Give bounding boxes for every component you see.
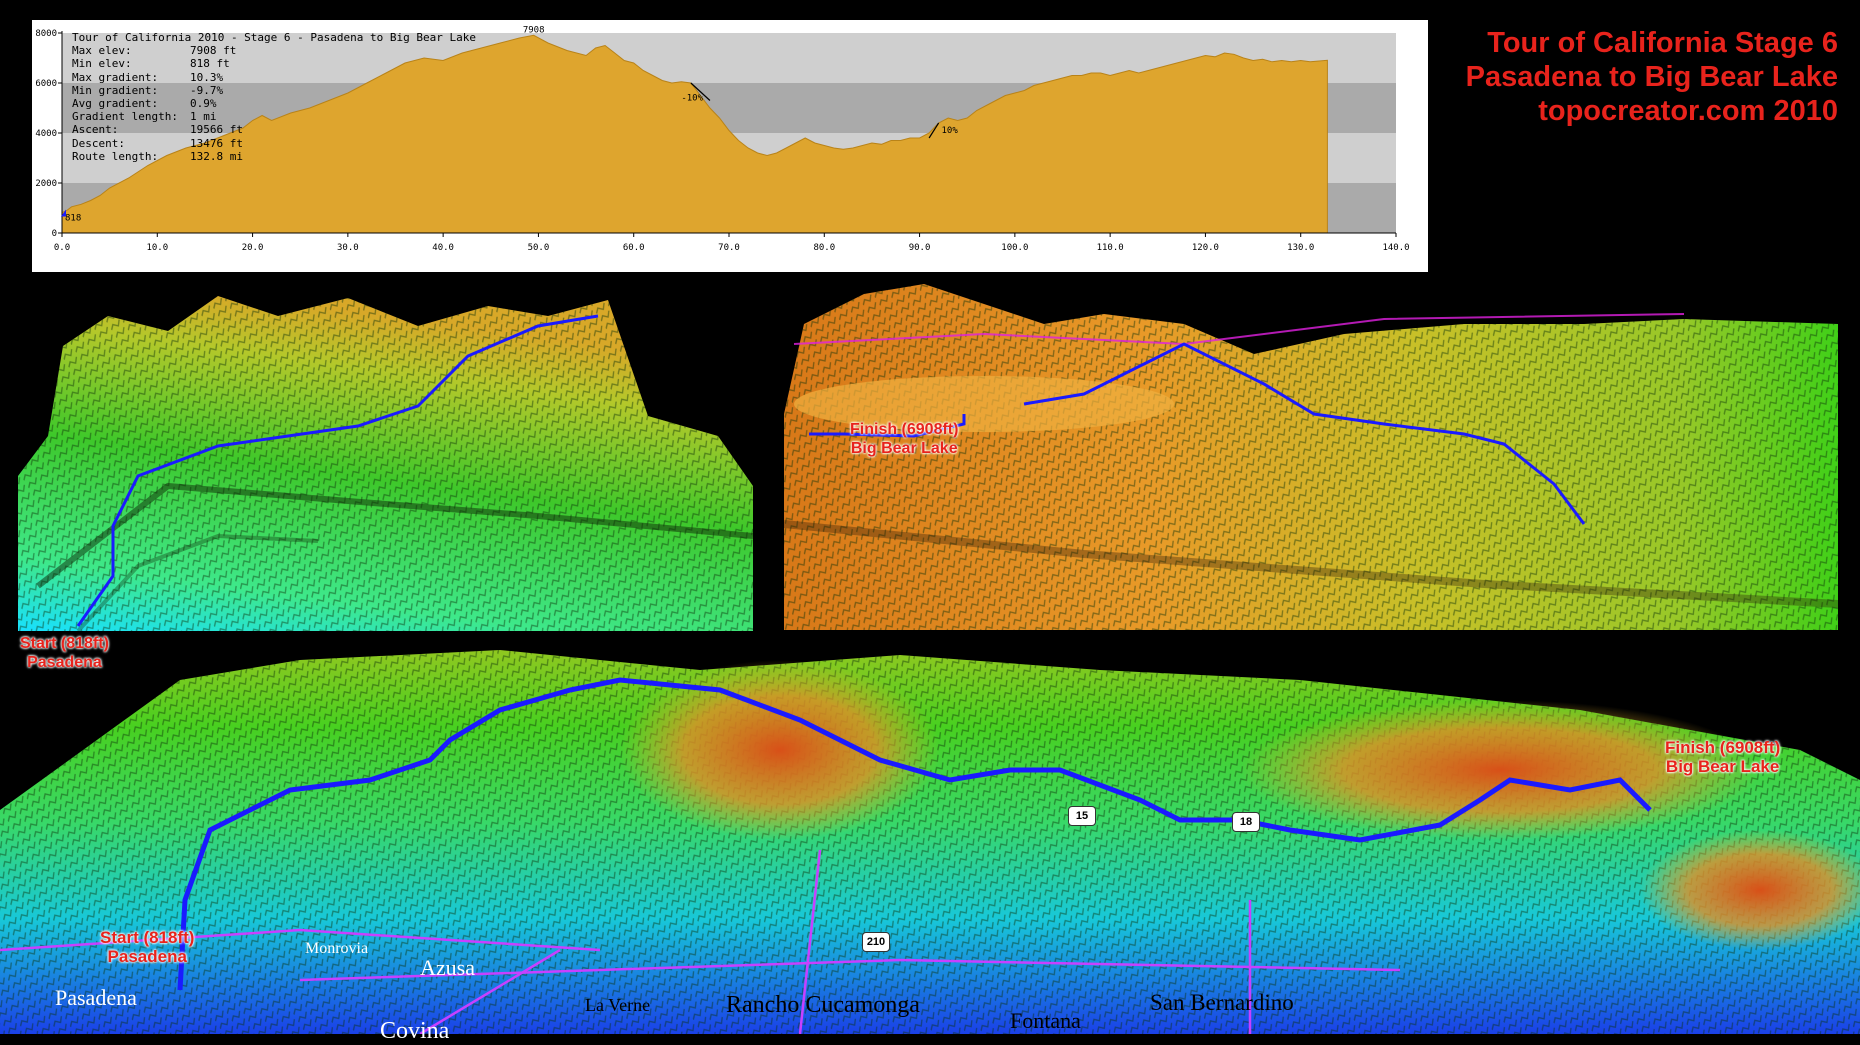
- stat-value: 818 ft: [190, 57, 230, 71]
- finish-callout-main: Finish (6908ft) Big Bear Lake: [1665, 738, 1781, 776]
- place-label: Rancho Cucamonga: [726, 992, 920, 1018]
- x-tick-label: 70.0: [718, 243, 740, 253]
- perspective-map: [0, 650, 1860, 1034]
- highway-shield: 210: [862, 932, 890, 952]
- x-tick-label: 130.0: [1287, 243, 1314, 253]
- start-elev-label: 818: [65, 214, 81, 224]
- x-tick-label: 10.0: [146, 243, 168, 253]
- x-tick-label: 90.0: [909, 243, 931, 253]
- terrain-view-west: [18, 296, 753, 631]
- stat-label: Max elev:: [72, 44, 132, 58]
- x-tick-label: 100.0: [1001, 243, 1028, 253]
- stat-row: Avg gradient: 0.9%: [72, 97, 476, 110]
- y-tick-label: 0: [52, 229, 57, 239]
- stat-row: Ascent: 19566 ft: [72, 123, 476, 136]
- banner-credit: topocreator.com 2010: [1538, 95, 1838, 127]
- stat-label: Avg gradient:: [72, 97, 159, 111]
- finish-callout-small: Finish (6908ft) Big Bear Lake: [850, 421, 959, 457]
- place-label: San Bernardino: [1150, 990, 1294, 1015]
- x-tick-label: 30.0: [337, 243, 359, 253]
- peak-label: 7908: [523, 25, 545, 35]
- y-tick-label: 8000: [35, 29, 57, 39]
- stat-value: 10.3%: [190, 70, 224, 84]
- elevation-profile-panel: 0.0 10.0 20.0 30.0 40.0 50.0 60.0 70.0 80.0 90.0 1…: [32, 20, 1428, 272]
- place-label: Fontana: [1010, 1008, 1081, 1033]
- stat-row: Gradient length: 1 mi: [72, 110, 476, 123]
- y-tick-label: 6000: [35, 79, 57, 89]
- profile-title: Tour of California 2010 - Stage 6 - Pasa…: [72, 31, 476, 44]
- x-tick-label: 110.0: [1097, 243, 1124, 253]
- stat-value: 132.8 mi: [190, 149, 243, 163]
- stat-row: Route length: 132.8 mi: [72, 150, 476, 163]
- stat-label: Min gradient:: [72, 83, 159, 97]
- profile-stats: Tour of California 2010 - Stage 6 - Pasa…: [72, 31, 476, 163]
- place-label: Azusa: [420, 955, 475, 980]
- stat-row: Max gradient: 10.3%: [72, 71, 476, 84]
- stat-label: Route length:: [72, 149, 159, 163]
- x-tick-label: 80.0: [813, 243, 835, 253]
- y-tick-label: 2000: [35, 179, 57, 189]
- stat-label: Gradient length:: [72, 110, 178, 124]
- stat-row: Min gradient: -9.7%: [72, 84, 476, 97]
- stat-label: Max gradient:: [72, 70, 159, 84]
- descent-gradient-label: -10%: [681, 94, 703, 104]
- y-tick-label: 4000: [35, 129, 57, 139]
- start-callout-main: Start (818ft) Pasadena: [100, 928, 195, 966]
- place-label: Covina: [380, 1018, 450, 1044]
- stat-row: Max elev: 7908 ft: [72, 44, 476, 57]
- place-label: La Verne: [585, 995, 651, 1015]
- stat-value: 13476 ft: [190, 136, 243, 150]
- stage-banner: Tour of California Stage 6 Pasadena to B…: [1466, 26, 1838, 128]
- highway-shield: 15: [1068, 806, 1096, 826]
- banner-subtitle: Pasadena to Big Bear Lake: [1465, 61, 1838, 93]
- highway-shield: 18: [1232, 812, 1260, 832]
- x-tick-label: 40.0: [432, 243, 454, 253]
- stat-row: Min elev: 818 ft: [72, 57, 476, 70]
- x-tick-label: 60.0: [623, 243, 645, 253]
- stat-value: 7908 ft: [190, 44, 237, 58]
- x-tick-label: 50.0: [528, 243, 550, 253]
- stat-value: -9.7%: [190, 83, 224, 97]
- climb-gradient-label: 10%: [941, 126, 958, 136]
- x-tick-label: 20.0: [242, 243, 264, 253]
- place-label: Pasadena: [55, 985, 137, 1010]
- stat-value: 0.9%: [190, 97, 217, 111]
- place-label: Monrovia: [305, 940, 369, 957]
- stat-value: 1 mi: [190, 110, 217, 124]
- stat-row: Descent: 13476 ft: [72, 137, 476, 150]
- x-tick-label: 0.0: [54, 243, 70, 253]
- stat-label: Ascent:: [72, 123, 119, 137]
- x-tick-label: 140.0: [1382, 243, 1409, 253]
- x-tick-label: 120.0: [1192, 243, 1219, 253]
- banner-title: Tour of California Stage 6: [1487, 27, 1838, 59]
- stat-label: Min elev:: [72, 57, 132, 71]
- stat-label: Descent:: [72, 136, 125, 150]
- stat-value: 19566 ft: [190, 123, 243, 137]
